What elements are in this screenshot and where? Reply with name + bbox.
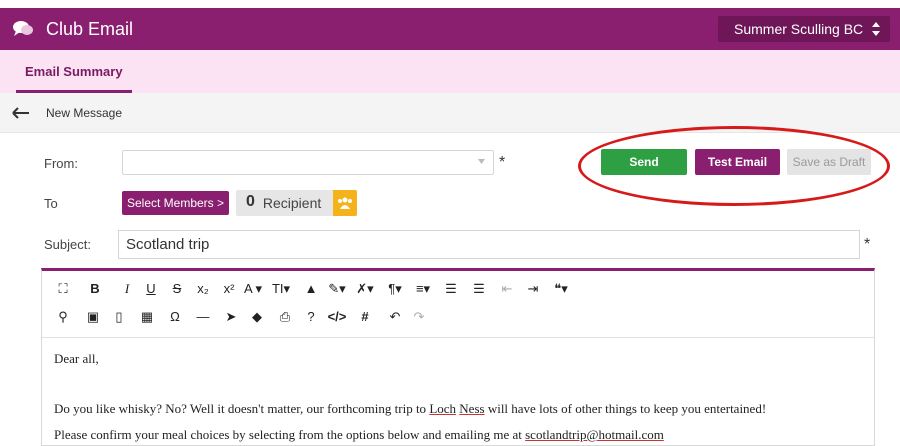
body-line-2: Please confirm your meal choices by sele… [54,427,664,442]
from-select[interactable] [122,150,494,175]
link-icon[interactable]: ⚲ [52,307,74,327]
recipient-label: Recipient [262,195,322,211]
underline-button[interactable]: U [140,279,162,299]
strikethrough-button[interactable]: S [166,279,188,299]
email-link[interactable]: scotlandtrip@hotmail.com [525,427,664,442]
paragraph-format-button[interactable]: ¶▾ [384,279,406,299]
back-arrow-icon[interactable] [12,107,30,119]
group-icon [338,197,352,209]
subject-value: Scotland trip [126,236,210,253]
fullscreen-icon[interactable]: ⛶ [52,279,74,299]
code-view-icon[interactable]: </> [326,307,348,327]
select-all-icon[interactable]: ➤ [220,307,242,327]
chat-icon [13,21,33,36]
print-icon[interactable]: ⎙ [274,307,296,327]
rich-text-editor[interactable]: ⛶ B I U Sx₂ x² A ▾ TI▾ ▲ ✎▾ ✗▾ ¶▾ ≡▾ ☰ ☰ ⇤ ⇥ ❝▾ ⚲ ▣ ▯ ▦ Ω — ➤ ◆ ⎙?… [41,268,875,446]
table-icon[interactable]: ▦ [136,307,158,327]
brush-icon[interactable]: ✎▾ [326,279,348,299]
body-line-1: Do you like whisky? No? Well it doesn't … [54,401,767,416]
hash-icon[interactable]: # [354,307,376,327]
help-icon[interactable]: ? [300,307,322,327]
italic-button[interactable]: I [116,279,138,299]
club-name: Summer Sculling BC [734,21,864,37]
club-selector[interactable]: Summer Sculling BC [718,16,890,42]
sub-navigation: Email Summary [0,50,900,93]
superscript-button[interactable]: x² [218,279,240,299]
text-color-icon[interactable]: ▲ [300,279,322,299]
image-icon[interactable]: ▣ [82,307,104,327]
greeting-line: Dear all, [54,351,99,366]
recipient-counter: 0 Recipient [236,190,357,216]
unordered-list-button[interactable]: ☰ [468,279,490,299]
quote-button[interactable]: ❝▾ [550,279,572,299]
special-char-icon[interactable]: Ω [164,307,186,327]
subject-input[interactable]: Scotland trip [118,230,860,259]
message-bar: New Message [0,93,900,133]
test-email-button[interactable]: Test Email [695,149,780,175]
tab-email-summary[interactable]: Email Summary [16,50,132,93]
dropdown-caret-icon [478,159,485,164]
app-header: Club Email Summer Sculling BC [0,8,900,50]
ordered-list-button[interactable]: ☰ [440,279,462,299]
required-mark: * [499,154,506,171]
app-title: Club Email [46,19,134,39]
indent-button[interactable]: ⇥ [522,279,544,299]
clear-format-icon[interactable]: ✗▾ [354,279,376,299]
recipient-group-button[interactable] [333,190,357,216]
file-icon[interactable]: ▯ [108,307,130,327]
font-size-button[interactable]: TI▾ [270,279,292,299]
save-draft-button[interactable]: Save as Draft [787,149,871,175]
subscript-button[interactable]: x₂ [192,279,214,299]
font-family-button[interactable]: A ▾ [242,279,264,299]
subject-label: Subject: [44,237,91,252]
horizontal-line-icon[interactable]: — [192,307,214,327]
undo-icon[interactable]: ↶ [384,307,406,327]
recipient-count: 0 [246,193,255,210]
align-button[interactable]: ≡▾ [412,279,434,299]
select-members-button[interactable]: Select Members > [122,191,229,215]
new-message-title: New Message [46,106,123,120]
outdent-button[interactable]: ⇤ [496,279,518,299]
from-label: From: [44,156,78,171]
editor-toolbar: ⛶ B I U Sx₂ x² A ▾ TI▾ ▲ ✎▾ ✗▾ ¶▾ ≡▾ ☰ ☰ ⇤ ⇥ ❝▾ ⚲ ▣ ▯ ▦ Ω — ➤ ◆ ⎙?… [42,271,874,338]
bold-button[interactable]: B [84,279,106,299]
send-button[interactable]: Send [601,149,687,175]
to-label: To [44,196,58,211]
eraser-icon[interactable]: ◆ [246,307,268,327]
redo-icon[interactable]: ↷ [408,307,430,327]
sort-arrows-icon [872,22,880,36]
required-mark-subject: * [864,236,871,253]
